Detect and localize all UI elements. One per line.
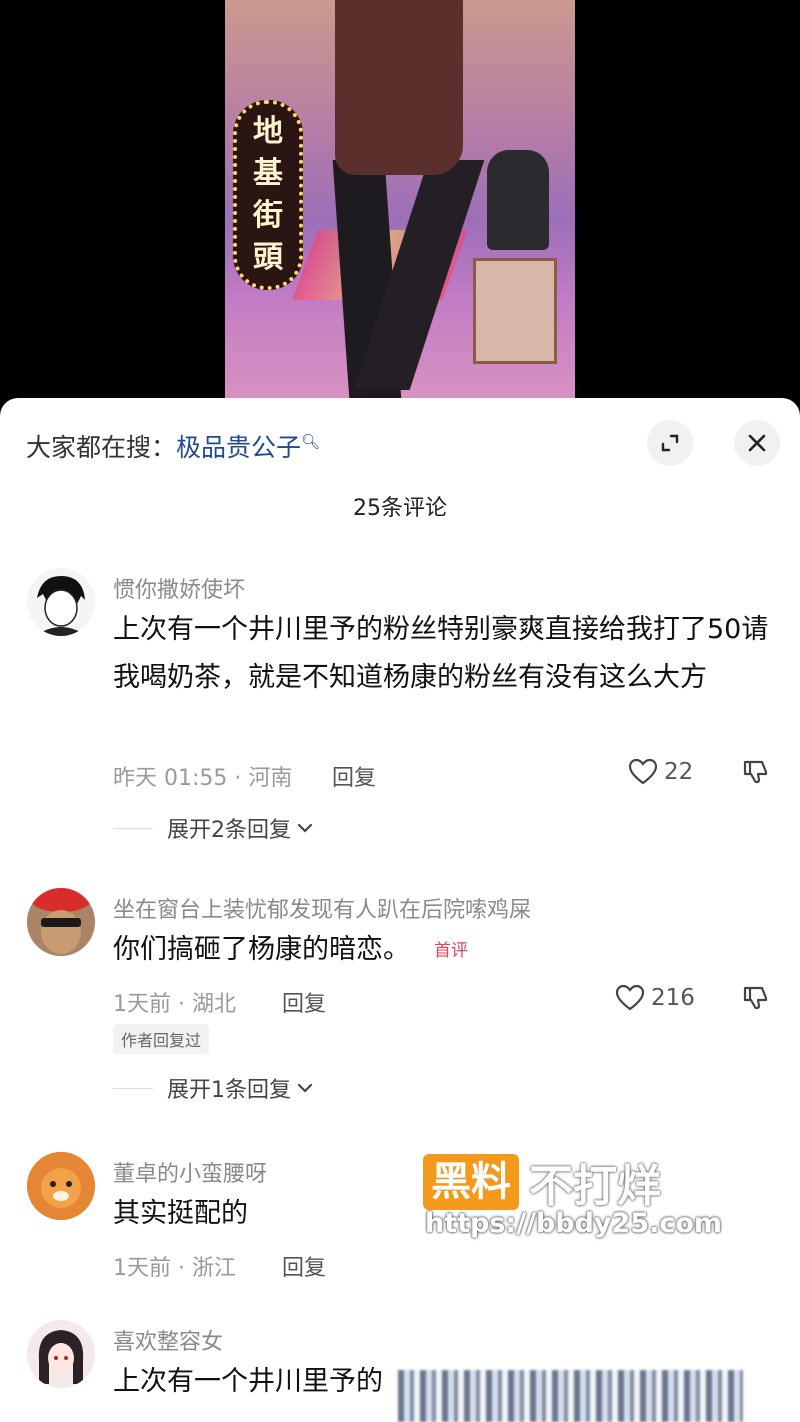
comment-count: 25条评论 — [353, 496, 447, 521]
dj-booth — [473, 258, 557, 364]
chevron-down-icon — [297, 1083, 313, 1093]
watermark-box: 黑料 — [423, 1154, 519, 1210]
avatar-anime-girl — [27, 1320, 95, 1388]
divider — [113, 1087, 153, 1089]
dj-figure — [487, 150, 549, 250]
author-replied-tag: 作者回复过 — [113, 1024, 210, 1054]
expand-replies[interactable]: 展开2条回复 — [113, 812, 315, 844]
video-frame: 地 基 街 頭 — [225, 0, 575, 400]
close-button[interactable] — [734, 420, 780, 466]
expand-replies-label: 展开1条回复 — [167, 1078, 291, 1103]
avatar[interactable] — [27, 888, 95, 956]
sign-char: 街 — [253, 198, 283, 233]
reply-button[interactable]: 回复 — [282, 986, 326, 1018]
username[interactable]: 董卓的小蛮腰呀 — [113, 1156, 267, 1188]
watermark-text: 不打烊 — [529, 1161, 661, 1212]
expand-replies-label: 展开2条回复 — [167, 818, 291, 843]
divider — [113, 827, 153, 829]
close-icon — [748, 434, 766, 452]
performer-figure — [332, 0, 485, 400]
avatar-tiger — [27, 1152, 95, 1220]
reply-button[interactable]: 回复 — [282, 1250, 326, 1282]
reply-button[interactable]: 回复 — [332, 760, 376, 792]
comment-text: 上次有一个井川里予的粉丝特别豪爽直接给我打了50请我喝奶茶，就是不知道杨康的粉丝… — [113, 614, 769, 693]
sign-char: 基 — [253, 156, 283, 191]
avatar-photo — [27, 888, 95, 956]
dislike-button[interactable] — [742, 984, 770, 1016]
expand-icon — [661, 434, 679, 452]
avatar[interactable] — [27, 568, 95, 636]
expand-replies[interactable]: 展开1条回复 — [113, 1072, 315, 1104]
first-comment-badge: 首评 — [434, 940, 468, 961]
search-prefix: 大家都在搜： — [26, 433, 177, 462]
username[interactable]: 坐在窗台上装忧郁发现有人趴在后院嗦鸡屎 — [113, 892, 531, 924]
like-count: 216 — [651, 985, 695, 1011]
sign-char: 地 — [253, 114, 283, 149]
comment-meta: 1天前 · 湖北 — [113, 992, 236, 1017]
search-icon: 🔍︎ — [301, 432, 321, 451]
avatar[interactable] — [27, 1152, 95, 1220]
watermark: 黑料 不打烊 https://bbdy25.com — [423, 1150, 743, 1250]
comment-text-body: 你们搞砸了杨康的暗恋。 — [113, 934, 410, 965]
chevron-down-icon — [297, 823, 313, 833]
thumbs-down-icon — [743, 760, 768, 784]
like-count: 22 — [664, 759, 694, 785]
comment-text: 你们搞砸了杨康的暗恋。 首评 — [113, 926, 773, 975]
video-player[interactable]: 地 基 街 頭 — [0, 0, 800, 400]
like-button[interactable]: 22 — [628, 758, 693, 786]
avatar[interactable] — [27, 1320, 95, 1388]
watermark-logo: 黑料 不打烊 — [423, 1150, 661, 1214]
comment-meta: 1天前 · 浙江 — [113, 1256, 236, 1281]
obscured-text — [398, 1370, 743, 1422]
street-sign: 地 基 街 頭 — [233, 100, 303, 290]
performer-coat — [335, 0, 463, 175]
username[interactable]: 喜欢整容女 — [113, 1324, 223, 1356]
trending-search[interactable]: 大家都在搜：极品贵公子🔍︎ — [26, 428, 320, 464]
comment-sheet: 大家都在搜：极品贵公子🔍︎ 25条评论 惯你撒娇使坏 上次有一个井川里予的粉丝特… — [0, 398, 800, 1422]
like-button[interactable]: 216 — [615, 984, 695, 1012]
watermark-url: https://bbdy25.com — [425, 1208, 723, 1239]
comment-meta: 昨天 01:55 · 河南 — [113, 766, 293, 791]
dislike-button[interactable] — [742, 758, 770, 790]
sign-char: 頭 — [253, 240, 283, 275]
avatar-illustration — [27, 568, 95, 636]
username[interactable]: 惯你撒娇使坏 — [113, 572, 245, 604]
heart-icon — [628, 758, 658, 785]
expand-button[interactable] — [647, 420, 693, 466]
search-keyword[interactable]: 极品贵公子 — [176, 433, 301, 462]
heart-icon — [615, 984, 645, 1011]
thumbs-down-icon — [743, 986, 768, 1010]
